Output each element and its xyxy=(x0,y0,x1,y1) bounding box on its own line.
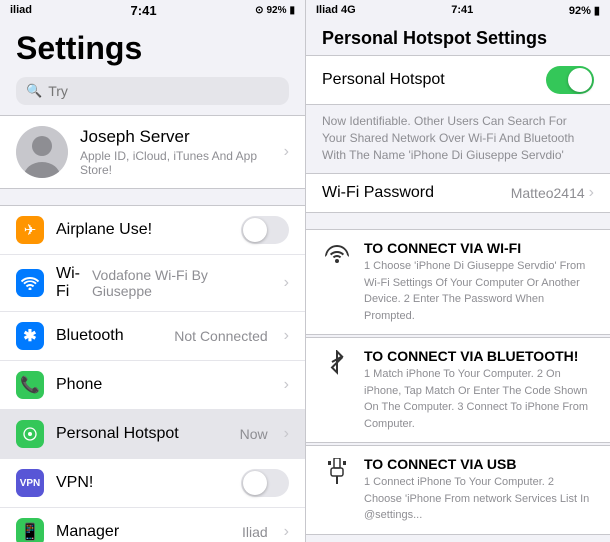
connect-bt-row: TO CONNECT VIA BLUETOOTH! 1 Match iPhone… xyxy=(306,337,610,443)
wifi-pw-value: Matteo2414 xyxy=(511,185,585,201)
hotspot-icon xyxy=(16,420,44,448)
left-panel: iliad 7:41 ⊙ 92% ▮ Settings 🔍 J xyxy=(0,0,305,542)
connect-bt-icon xyxy=(322,348,352,378)
row-wifi[interactable]: Wi-Fi Vodafone Wi-Fi By Giuseppe › xyxy=(0,255,305,312)
wifi-chevron: › xyxy=(284,274,289,292)
profile-name: Joseph Server xyxy=(80,127,272,147)
connect-wifi-text: TO CONNECT VIA WI-FI 1 Choose 'iPhone Di… xyxy=(364,240,594,324)
bluetooth-icon: ✱ xyxy=(16,322,44,350)
left-status-bar: iliad 7:41 ⊙ 92% ▮ xyxy=(0,0,305,20)
wifi-label: Wi-Fi xyxy=(56,265,80,301)
manager-icon: 📱 xyxy=(16,518,44,542)
row-airplane[interactable]: ✈ Airplane Use! xyxy=(0,206,305,255)
vpn-toggle-thumb xyxy=(243,471,267,495)
connect-bt-steps: 1 Match iPhone To Your Computer. 2 On iP… xyxy=(364,366,594,432)
hotspot-value: Now xyxy=(240,426,268,442)
connect-wifi-title: TO CONNECT VIA WI-FI xyxy=(364,240,594,256)
avatar xyxy=(16,126,68,178)
connect-bt-title: TO CONNECT VIA BLUETOOTH! xyxy=(364,348,594,364)
profile-info: Joseph Server Apple ID, iCloud, iTunes A… xyxy=(80,127,272,177)
hotspot-desc: Now Identifiable. Other Users Can Search… xyxy=(306,109,610,173)
connect-wifi-row: TO CONNECT VIA WI-FI 1 Choose 'iPhone Di… xyxy=(306,229,610,335)
left-time: 7:41 xyxy=(131,3,157,18)
settings-title: Settings xyxy=(0,20,305,73)
connect-bt-text: TO CONNECT VIA BLUETOOTH! 1 Match iPhone… xyxy=(364,348,594,432)
connect-usb-title: TO CONNECT VIA USB xyxy=(364,456,594,472)
hotspot-label: Personal Hotspot xyxy=(56,425,228,443)
connect-usb-steps: 1 Connect iPhone To Your Computer. 2 Cho… xyxy=(364,474,594,524)
row-bluetooth[interactable]: ✱ Bluetooth Not Connected › xyxy=(0,312,305,361)
airplane-toggle-thumb xyxy=(243,218,267,242)
wifi-pw-chevron: › xyxy=(589,184,594,202)
profile-chevron: › xyxy=(284,143,289,161)
right-status-bar: Iliad 4G 7:41 92% ▮ xyxy=(306,0,610,20)
connect-usb-text: TO CONNECT VIA USB 1 Connect iPhone To Y… xyxy=(364,456,594,524)
manager-value: Iliad xyxy=(242,524,268,540)
search-bar: 🔍 xyxy=(16,77,289,105)
phone-label: Phone xyxy=(56,376,272,394)
bluetooth-value: Not Connected xyxy=(174,328,267,344)
manager-label: Manager xyxy=(56,523,230,541)
hotspot-toggle-thumb xyxy=(568,68,592,92)
connect-wifi-steps: 1 Choose 'iPhone Di Giuseppe Servdio' Fr… xyxy=(364,258,594,324)
right-battery: 92% ▮ xyxy=(569,4,600,17)
wifi-icon xyxy=(16,269,44,297)
right-header: Personal Hotspot Settings xyxy=(306,20,610,55)
connect-usb-row: TO CONNECT VIA USB 1 Connect iPhone To Y… xyxy=(306,445,610,535)
vpn-label: VPN! xyxy=(56,474,229,492)
vpn-toggle[interactable] xyxy=(241,469,289,497)
wifi-value: Vodafone Wi-Fi By Giuseppe xyxy=(92,267,268,299)
profile-row[interactable]: Joseph Server Apple ID, iCloud, iTunes A… xyxy=(0,115,305,189)
right-time: 7:41 xyxy=(451,4,473,16)
right-scrollable: Personal Hotspot Now Identifiable. Other… xyxy=(306,55,610,542)
row-manager[interactable]: 📱 Manager Iliad › xyxy=(0,508,305,542)
right-carrier: Iliad 4G xyxy=(316,4,356,16)
manager-chevron: › xyxy=(284,523,289,541)
phone-chevron: › xyxy=(284,376,289,394)
right-panel: Iliad 4G 7:41 92% ▮ Personal Hotspot Set… xyxy=(305,0,610,542)
airplane-label: Airplane Use! xyxy=(56,221,229,239)
bluetooth-label: Bluetooth xyxy=(56,327,162,345)
phone-icon: 📞 xyxy=(16,371,44,399)
profile-sub: Apple ID, iCloud, iTunes And App Store! xyxy=(80,149,272,177)
left-carrier: iliad xyxy=(10,4,32,16)
row-hotspot[interactable]: Personal Hotspot Now › xyxy=(0,410,305,459)
hotspot-main-toggle[interactable] xyxy=(546,66,594,94)
row-phone[interactable]: 📞 Phone › xyxy=(0,361,305,410)
bluetooth-chevron: › xyxy=(284,327,289,345)
airplane-toggle[interactable] xyxy=(241,216,289,244)
row-vpn[interactable]: VPN VPN! xyxy=(0,459,305,508)
hotspot-chevron: › xyxy=(284,425,289,443)
hotspot-main-label: Personal Hotspot xyxy=(322,71,546,89)
airplane-icon: ✈ xyxy=(16,216,44,244)
vpn-icon: VPN xyxy=(16,469,44,497)
search-input[interactable] xyxy=(48,83,279,99)
connect-usb-icon xyxy=(322,456,352,486)
search-icon: 🔍 xyxy=(26,83,42,99)
left-battery: ⊙ 92% ▮ xyxy=(255,5,295,16)
wifi-password-row[interactable]: Wi-Fi Password Matteo2414 › xyxy=(306,173,610,213)
left-scrollable: Settings 🔍 Joseph Server Apple ID, iClou… xyxy=(0,20,305,542)
settings-group: ✈ Airplane Use! Wi-Fi Vodafone Wi-Fi By … xyxy=(0,205,305,542)
hotspot-main-row[interactable]: Personal Hotspot xyxy=(306,55,610,105)
connect-wifi-icon xyxy=(322,240,352,270)
wifi-pw-label: Wi-Fi Password xyxy=(322,184,511,202)
